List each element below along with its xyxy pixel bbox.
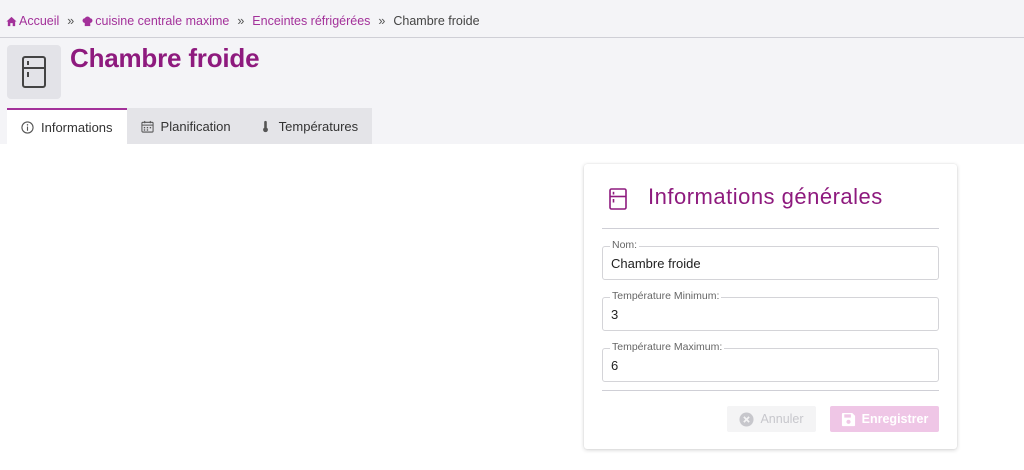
breadcrumb-separator: »: [237, 14, 245, 28]
page-icon-box: [7, 45, 61, 99]
name-field: Nom:: [602, 239, 939, 280]
general-info-card: Informations générales Nom: Température …: [584, 164, 957, 449]
save-button[interactable]: Enregistrer: [830, 406, 939, 432]
tab-label: Informations: [41, 119, 113, 135]
breadcrumb: Accueil » cuisine centrale maxime » Ence…: [6, 12, 480, 30]
header-divider: [0, 37, 1024, 38]
info-icon: [21, 120, 34, 134]
breadcrumb-separator: »: [67, 14, 75, 28]
save-button-label: Enregistrer: [861, 412, 929, 426]
breadcrumb-site-link[interactable]: cuisine centrale maxime: [82, 14, 229, 28]
card-divider: [602, 228, 939, 229]
tab-label: Planification: [160, 118, 231, 134]
breadcrumb-site-label: cuisine centrale maxime: [95, 14, 230, 28]
min-temperature-label: Température Minimum:: [610, 290, 722, 302]
fridge-icon: [609, 188, 627, 210]
chef-hat-icon: [82, 15, 93, 26]
name-field-label: Nom:: [610, 239, 640, 251]
breadcrumb-section-link[interactable]: Enceintes réfrigérées: [252, 14, 370, 28]
tab-informations[interactable]: Informations: [7, 108, 127, 144]
name-input[interactable]: [611, 256, 921, 271]
tab-bar: Informations Planification Températures: [7, 108, 373, 144]
cancel-button[interactable]: Annuler: [727, 406, 816, 432]
cancel-circle-icon: [739, 411, 754, 427]
page-title: Chambre froide: [70, 43, 260, 73]
cancel-button-label: Annuler: [760, 412, 804, 426]
breadcrumb-home-label: Accueil: [19, 14, 60, 28]
calendar-icon: [140, 120, 154, 133]
thermometer-icon: [262, 120, 268, 132]
card-divider: [602, 390, 939, 391]
fridge-icon: [22, 56, 46, 88]
tab-planification[interactable]: Planification: [126, 108, 245, 144]
min-temperature-input[interactable]: [611, 307, 921, 322]
max-temperature-input[interactable]: [611, 358, 921, 373]
breadcrumb-separator: »: [378, 14, 386, 28]
save-icon: [841, 412, 855, 426]
max-temperature-field: Température Maximum:: [602, 341, 939, 382]
card-title: Informations générales: [648, 184, 883, 209]
max-temperature-label: Température Maximum:: [610, 341, 725, 353]
breadcrumb-current: Chambre froide: [393, 14, 480, 28]
breadcrumb-home-link[interactable]: Accueil: [6, 14, 59, 28]
breadcrumb-section-label: Enceintes réfrigérées: [252, 14, 371, 28]
min-temperature-field: Température Minimum:: [602, 290, 939, 331]
home-icon: [6, 16, 17, 26]
tab-temperatures[interactable]: Températures: [244, 108, 373, 144]
tab-label: Températures: [278, 118, 359, 134]
